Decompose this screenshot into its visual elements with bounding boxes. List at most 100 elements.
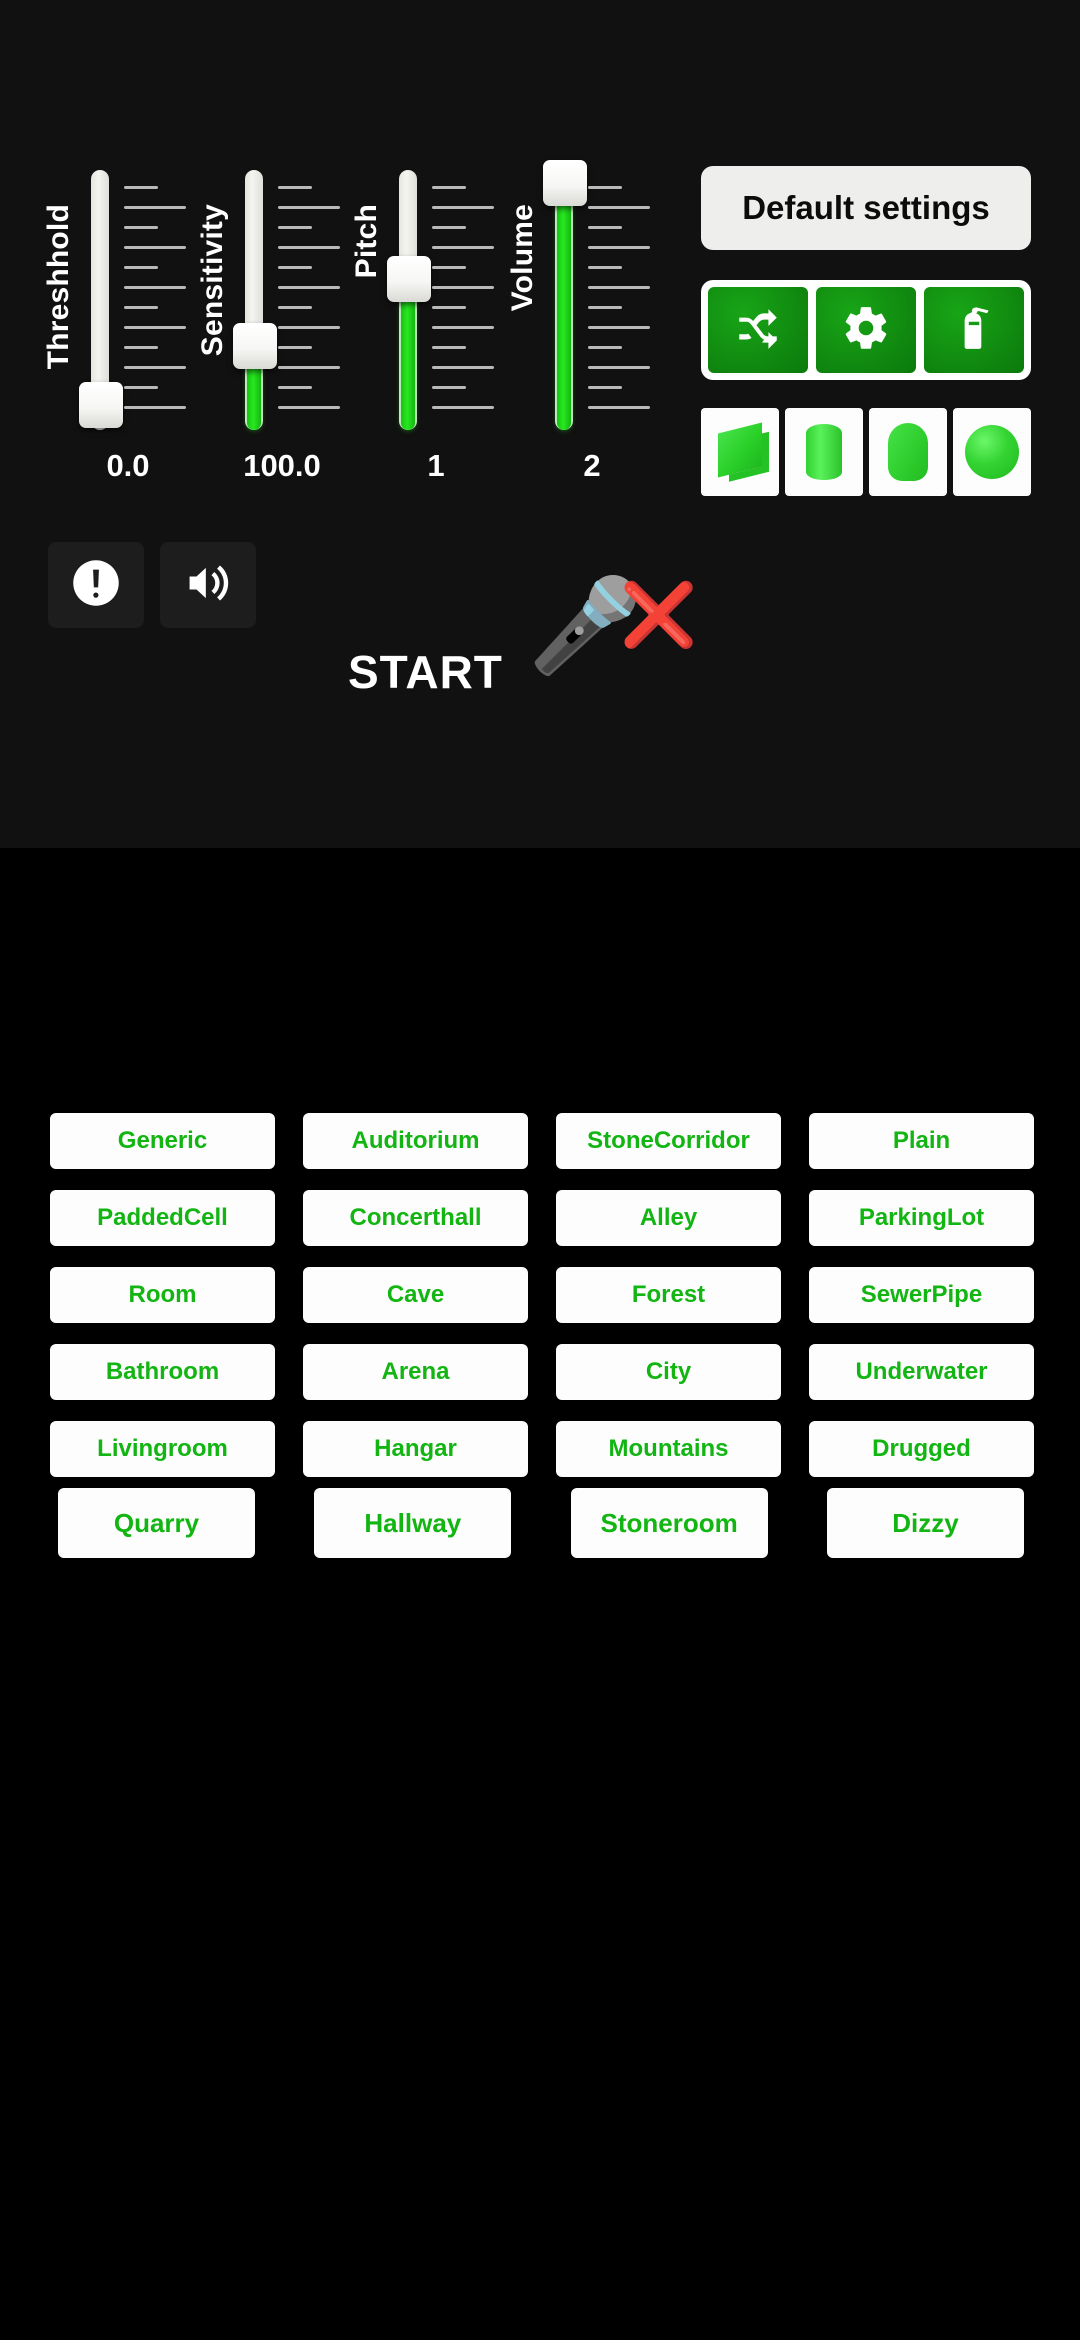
preset-button[interactable]: SewerPipe [809, 1267, 1034, 1323]
preset-button[interactable]: Plain [809, 1113, 1034, 1169]
preset-button-label: Generic [117, 1127, 208, 1154]
capsule-shape-button[interactable] [869, 408, 947, 496]
alert-icon [70, 557, 122, 614]
extra-preset-button[interactable]: Dizzy [826, 1488, 1024, 1558]
box-shape-button[interactable] [701, 408, 779, 496]
preset-button[interactable]: Alley [556, 1190, 781, 1246]
extra-preset-row: Quarry Hallway Stoneroom Dizzy [58, 1488, 1024, 1558]
slider-ticks [588, 186, 650, 416]
extra-preset-button-label: Hallway [364, 1507, 462, 1538]
settings-button[interactable] [816, 287, 916, 373]
slider-ticks [432, 186, 494, 416]
slider-ticks [278, 186, 340, 416]
slider-volume-label: Volume [506, 204, 539, 312]
preset-button[interactable]: Bathroom [50, 1344, 275, 1400]
cylinder-shape-button[interactable] [785, 408, 863, 496]
preset-button-label: City [645, 1358, 692, 1385]
extra-preset-button[interactable]: Hallway [314, 1488, 512, 1558]
preset-button-label: Mountains [608, 1435, 729, 1462]
slider-tick [124, 206, 186, 209]
preset-button[interactable]: Auditorium [303, 1113, 528, 1169]
gear-icon [841, 303, 891, 358]
preset-button-label: StoneCorridor [587, 1127, 750, 1154]
extra-preset-button[interactable]: Stoneroom [570, 1488, 768, 1558]
preset-button[interactable]: Mountains [556, 1421, 781, 1477]
slider-tick [124, 306, 158, 309]
slider-threshhold-track[interactable] [79, 170, 123, 430]
preset-button[interactable]: City [556, 1344, 781, 1400]
capsule-shape-icon [888, 423, 928, 481]
slider-pitch[interactable]: Pitch [350, 170, 500, 430]
slider-tick [432, 326, 494, 329]
slider-tick [278, 326, 340, 329]
preset-button[interactable]: Generic [50, 1113, 275, 1169]
slider-tick [278, 386, 312, 389]
preset-button-label: Concerthall [349, 1204, 482, 1231]
sphere-shape-button[interactable] [953, 408, 1031, 496]
reverb-reset-button[interactable] [924, 287, 1024, 373]
preset-button-label: Forest [631, 1281, 706, 1308]
slider-tick [588, 406, 650, 409]
slider-tick [432, 246, 494, 249]
slider-tick [124, 326, 186, 329]
shuffle-button[interactable] [708, 287, 808, 373]
slider-thumb[interactable] [543, 160, 587, 206]
slider-volume-track[interactable] [543, 160, 587, 430]
preset-button[interactable]: Cave [303, 1267, 528, 1323]
preset-button[interactable]: StoneCorridor [556, 1113, 781, 1169]
preset-button[interactable]: Livingroom [50, 1421, 275, 1477]
preset-button-label: Plain [892, 1127, 951, 1154]
speaker-icon [182, 557, 234, 614]
slider-pitch-value: 1 [427, 448, 445, 483]
preset-button-label: ParkingLot [858, 1204, 985, 1231]
slider-tick [588, 246, 650, 249]
slider-thumb[interactable] [387, 256, 431, 302]
preset-button[interactable]: Concerthall [303, 1190, 528, 1246]
slider-tick [124, 226, 158, 229]
preset-button[interactable]: ParkingLot [809, 1190, 1034, 1246]
start-label: START [348, 646, 503, 698]
preset-grid: Generic Auditorium StoneCorridor Plain Padde… [50, 1113, 1034, 1477]
preset-button[interactable]: Forest [556, 1267, 781, 1323]
preset-button[interactable]: Arena [303, 1344, 528, 1400]
slider-tick [588, 186, 622, 189]
slider-tick [432, 346, 466, 349]
preset-button[interactable]: Room [50, 1267, 275, 1323]
preset-button-label: Livingroom [97, 1435, 228, 1462]
slider-tick [124, 386, 158, 389]
slider-sensitivity-label: Sensitivity [196, 204, 229, 357]
slider-tick [588, 386, 622, 389]
slider-tick [432, 226, 466, 229]
slider-tick [588, 366, 650, 369]
slider-pitch-track[interactable] [387, 170, 431, 430]
cylinder-shape-icon [806, 424, 842, 480]
preset-button[interactable]: Hangar [303, 1421, 528, 1477]
slider-tick [124, 246, 186, 249]
slider-thumb[interactable] [79, 382, 123, 428]
preset-button[interactable]: PaddedCell [50, 1190, 275, 1246]
preset-button-label: Bathroom [105, 1358, 220, 1385]
slider-threshhold[interactable]: Threshhold [42, 170, 192, 430]
slider-volume[interactable]: Volume [506, 160, 656, 430]
slider-sensitivity[interactable]: Sensitivity [196, 170, 346, 430]
shuffle-icon [733, 303, 783, 358]
preset-button-label: Hangar [374, 1435, 457, 1462]
slider-sensitivity-track[interactable] [233, 170, 277, 430]
extra-preset-button-label: Stoneroom [600, 1507, 738, 1538]
slider-tick [124, 406, 186, 409]
slider-thumb[interactable] [233, 323, 277, 369]
preset-button[interactable]: Drugged [809, 1421, 1034, 1477]
slider-pitch-label: Pitch [350, 204, 383, 279]
preset-button-label: Arena [381, 1358, 450, 1385]
extra-preset-button[interactable]: Quarry [58, 1488, 255, 1558]
box-shape-icon [718, 422, 762, 478]
sound-button[interactable] [160, 542, 256, 628]
preset-button-label: Alley [639, 1204, 698, 1231]
alert-button[interactable] [48, 542, 144, 628]
slider-tick [432, 186, 466, 189]
extra-preset-button-label: Quarry [113, 1507, 200, 1538]
preset-button-label: Auditorium [351, 1127, 480, 1154]
preset-button[interactable]: Underwater [809, 1344, 1034, 1400]
default-settings-button[interactable]: Default settings [701, 166, 1031, 250]
slider-tick [432, 406, 494, 409]
